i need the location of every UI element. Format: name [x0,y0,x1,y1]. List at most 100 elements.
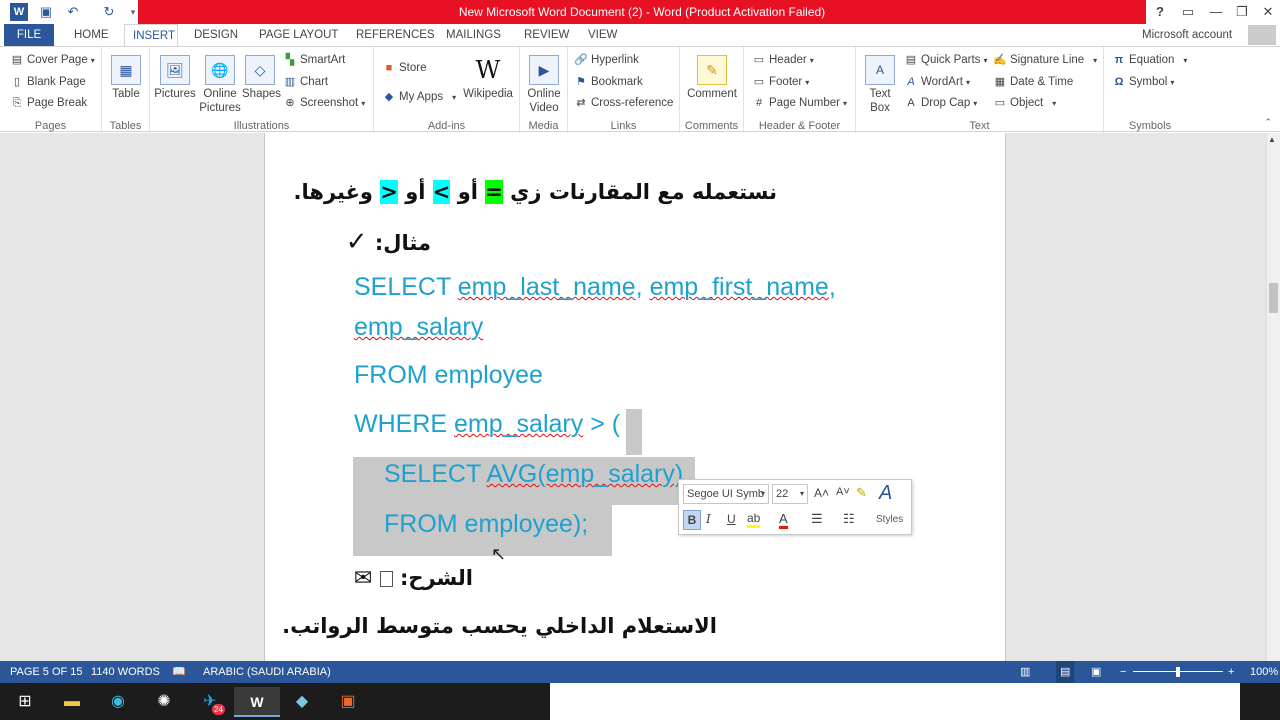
font-size-box[interactable]: 22 ▾ [772,484,808,504]
grow-font-icon[interactable]: A˄ [814,486,829,500]
shrink-font-icon[interactable]: A˅ [836,486,850,498]
cover-page-icon: ▤ [11,54,23,66]
italic-button[interactable]: I [706,512,711,526]
app-taskbar-icon[interactable]: ◆ [287,687,317,717]
account-menu[interactable]: Microsoft account [1134,24,1240,46]
file-explorer-icon[interactable]: ▬ [57,687,87,717]
tab-file[interactable]: FILE [4,24,54,46]
tab-review[interactable]: REVIEW [516,24,577,46]
bullets-icon[interactable]: ☰ [811,511,823,527]
font-color-icon[interactable]: A [779,511,788,529]
blank-page-button[interactable]: ▯ Blank Page [10,75,86,89]
word-count[interactable]: 1140 WORDS [91,661,160,683]
tab-home[interactable]: HOME [66,24,117,46]
underline-button[interactable]: U [727,512,736,526]
table-button[interactable]: ▦ Table [109,55,143,101]
group-addins: ■ Store ◆ My Apps ▾ W Wikipedia Add-ins [374,47,520,133]
minimize-button[interactable]: — [1202,0,1230,24]
telegram-icon[interactable]: ✈ 24 [195,687,225,717]
cover-page-button[interactable]: ▤ Cover Page ▾ [10,53,95,67]
store-button[interactable]: ■ Store [382,61,427,75]
smartart-button[interactable]: ▚ SmartArt [283,53,346,67]
shapes-button[interactable]: ◇ Shapes [242,55,281,101]
ribbon-display-options-icon[interactable]: ▭ [1174,0,1202,24]
quick-parts-button[interactable]: ▤ Quick Parts ▾ [904,53,988,67]
document-page[interactable]: نستعمله مع المقارنات زي = أو > أو < وغير… [264,133,1006,661]
group-text: A Text Box ▤ Quick Parts ▾ A WordArt ▾ A Drop … [856,47,1104,133]
my-apps-button[interactable]: ◆ My Apps ▾ [382,90,456,104]
app-taskbar-icon-2[interactable]: ▣ [333,687,363,717]
header-button[interactable]: ▭ Header ▾ [752,53,814,67]
font-name-box[interactable]: Segoe UI Symb ▾ [683,484,769,504]
redo-icon[interactable]: ↻ [100,3,118,21]
symbol-button[interactable]: Ω Symbol ▾ [1112,75,1175,89]
object-button[interactable]: ▭ Object ▾ [993,96,1056,110]
tab-insert[interactable]: INSERT [124,24,178,46]
format-painter-icon[interactable]: ✎ [856,485,867,501]
signature-line-button[interactable]: ✍ Signature Line ▾ [993,53,1097,67]
avatar[interactable] [1248,25,1276,45]
edge-icon[interactable]: ◉ [103,687,133,717]
online-pictures-button[interactable]: 🌐 Online Pictures [198,55,242,115]
print-layout-icon[interactable]: ▤ [1056,661,1075,683]
wordart-button[interactable]: A WordArt ▾ [904,75,970,89]
group-header-footer: ▭ Header ▾ ▭ Footer ▾ # Page Number ▾ Header &… [744,47,856,133]
word-taskbar-icon[interactable]: W [234,687,280,717]
numbering-icon[interactable]: ☷ [843,511,855,527]
tab-view[interactable]: VIEW [580,24,625,46]
online-pictures-icon: 🌐 [205,55,235,85]
online-video-button[interactable]: ▶ Online Video [524,55,564,115]
chatgpt-icon[interactable]: ✺ [149,687,179,717]
language-status[interactable]: ARABIC (SAUDI ARABIA) [203,661,331,683]
tab-references[interactable]: REFERENCES [348,24,443,46]
pictures-button[interactable]: 🖼 Pictures [154,55,196,101]
save-icon[interactable]: ▣ [37,3,55,21]
cross-reference-button[interactable]: ⇄ Cross-reference [574,96,673,110]
symbol-icon: Ω [1114,76,1124,88]
date-time-icon: ▦ [994,76,1006,88]
zoom-slider-thumb[interactable] [1176,667,1180,677]
scroll-thumb[interactable] [1269,283,1278,313]
vertical-scrollbar[interactable]: ▲ [1266,133,1280,661]
tab-design[interactable]: DESIGN [186,24,246,46]
restore-button[interactable]: ❐ [1228,0,1256,24]
drop-cap-button[interactable]: A Drop Cap ▾ [904,96,977,110]
windows-start-icon[interactable]: ⊞ [10,687,40,717]
tab-page-layout[interactable]: PAGE LAYOUT [251,24,346,46]
equation-button[interactable]: π Equation ▾ [1112,53,1188,67]
footer-button[interactable]: ▭ Footer ▾ [752,75,809,89]
hyperlink-button[interactable]: 🔗 Hyperlink [574,53,639,67]
screenshot-button[interactable]: ⊕ Screenshot ▾ [283,96,365,110]
date-time-button[interactable]: ▦ Date & Time [993,75,1073,89]
styles-icon[interactable]: A [879,482,892,505]
zoom-in-icon[interactable]: + [1228,661,1234,683]
zoom-level[interactable]: 100% [1250,661,1278,683]
web-layout-icon[interactable]: ▣ [1091,661,1101,683]
proofing-icon[interactable]: 📖 [172,661,186,683]
highlight-equals: = [485,180,503,204]
highlight-color-icon[interactable]: ab [747,511,761,528]
wikipedia-button[interactable]: W Wikipedia [460,55,516,101]
cross-reference-icon: ⇄ [576,97,586,109]
code-line-select-cont: emp_salary [354,313,484,341]
page-break-button[interactable]: ⎘ Page Break [10,96,88,110]
highlight-less: < [380,180,398,204]
close-button[interactable]: ✕ [1254,0,1280,24]
zoom-out-icon[interactable]: − [1120,661,1126,683]
bold-button[interactable]: B [683,510,701,530]
help-button[interactable]: ? [1146,0,1174,24]
scroll-up-icon[interactable]: ▲ [1268,135,1276,144]
text-box-button[interactable]: A Text Box [862,55,898,115]
page-number-button[interactable]: # Page Number ▾ [752,96,847,110]
chart-button[interactable]: ▥ Chart [283,75,328,89]
undo-icon[interactable]: ↶ [64,3,82,21]
selection-highlight [626,409,642,455]
tab-mailings[interactable]: MAILINGS [438,24,509,46]
bookmark-button[interactable]: ⚑ Bookmark [574,75,643,89]
read-mode-icon[interactable]: ▥ [1020,661,1030,683]
styles-label[interactable]: Styles [876,514,903,525]
group-label: Symbols [1128,120,1172,132]
page-count[interactable]: PAGE 5 OF 15 [10,661,83,683]
collapse-ribbon-icon[interactable]: ⌃ [1264,117,1272,128]
comment-button[interactable]: ✎ Comment [686,55,738,101]
